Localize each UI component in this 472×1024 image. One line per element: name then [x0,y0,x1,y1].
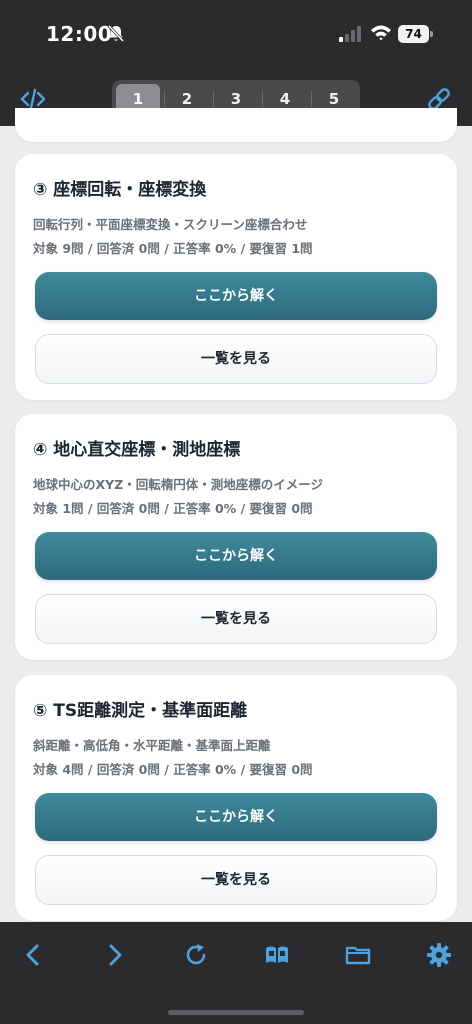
battery-icon: 74 [398,25,434,43]
view-list-button[interactable]: 一覧を見る [35,855,437,905]
view-list-button[interactable]: 一覧を見る [35,594,437,644]
card-description: 地球中心のXYZ・回転楕円体・測地座標のイメージ [33,477,324,492]
folder-icon[interactable] [345,942,371,968]
solve-from-here-button[interactable]: ここから解く [35,272,437,320]
battery-tip [430,31,433,37]
wifi-icon [371,25,391,41]
card-description: 回転行列・平面座標変換・スクリーン座標合わせ [33,217,308,232]
status-time: 12:00 [46,22,113,46]
forward-icon[interactable] [102,942,128,968]
gear-icon[interactable] [426,942,452,968]
card-stats: 対象 1問 / 回答済 0問 / 正答率 0% / 要復習 0問 [33,501,313,516]
book-icon[interactable] [264,942,290,968]
card-title: ⑤ TS距離測定・基準面距離 [33,701,248,721]
card-stats: 対象 4問 / 回答済 0問 / 正答率 0% / 要復習 0問 [33,762,313,777]
card-title: ③ 座標回転・座標変換 [33,180,207,200]
previous-card-fragment [15,108,457,142]
reload-icon[interactable] [183,942,209,968]
section-card: ⑤ TS距離測定・基準面距離 斜距離・高低角・水平距離・基準面上距離 対象 4問… [15,675,457,921]
card-description: 斜距離・高低角・水平距離・基準面上距離 [33,738,271,753]
section-card: ④ 地心直交座標・測地座標 地球中心のXYZ・回転楕円体・測地座標のイメージ 対… [15,414,457,660]
battery-level: 74 [398,25,429,43]
bell-slash-icon [107,24,125,43]
solve-from-here-button[interactable]: ここから解く [35,532,437,580]
signal-icon [339,26,361,42]
card-stats: 対象 9問 / 回答済 0問 / 正答率 0% / 要復習 1問 [33,241,313,256]
back-icon[interactable] [20,942,46,968]
bottom-toolbar [0,922,472,1024]
section-card: ③ 座標回転・座標変換 回転行列・平面座標変換・スクリーン座標合わせ 対象 9問… [15,154,457,400]
status-bar: 12:00 74 [0,0,472,70]
view-list-button[interactable]: 一覧を見る [35,334,437,384]
card-title: ④ 地心直交座標・測地座標 [33,440,241,460]
solve-from-here-button[interactable]: ここから解く [35,793,437,841]
home-indicator [168,1010,304,1015]
